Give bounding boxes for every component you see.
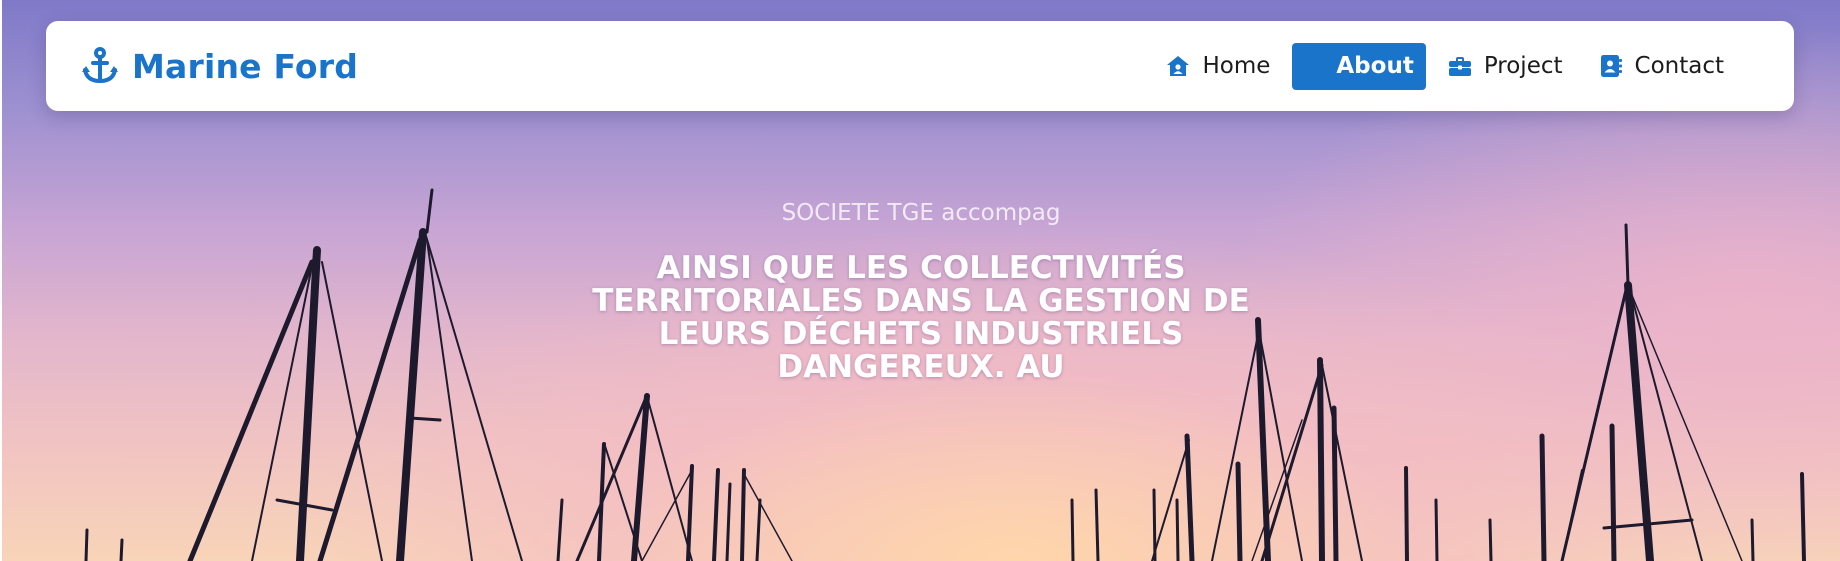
hero-eyebrow: SOCIETE TGE accompag: [781, 200, 1061, 226]
top-navbar: Marine Ford Home About Project Contact: [46, 21, 1794, 111]
hero-headline: AINSI QUE LES COLLECTIVITÉS TERRITORIALE…: [592, 250, 1250, 385]
nav-item-home[interactable]: Home: [1152, 43, 1284, 90]
house-user-icon: [1167, 56, 1190, 76]
address-book-icon: [1600, 55, 1622, 77]
brand-name: Marine Ford: [132, 46, 359, 86]
nav-label-contact: Contact: [1634, 53, 1724, 79]
nav-label-project: Project: [1483, 53, 1563, 79]
nav-item-about[interactable]: About: [1292, 42, 1426, 90]
nav-item-contact[interactable]: Contact: [1585, 43, 1738, 90]
brand-logo-link[interactable]: Marine Ford: [80, 21, 358, 111]
briefcase-icon: [1448, 57, 1471, 76]
main-nav: Home About Project Contact: [1144, 21, 1738, 111]
anchor-icon: [82, 47, 118, 83]
nav-label-about: About: [1336, 53, 1414, 79]
nav-label-home: Home: [1202, 53, 1271, 79]
nav-item-project[interactable]: Project: [1434, 43, 1577, 90]
